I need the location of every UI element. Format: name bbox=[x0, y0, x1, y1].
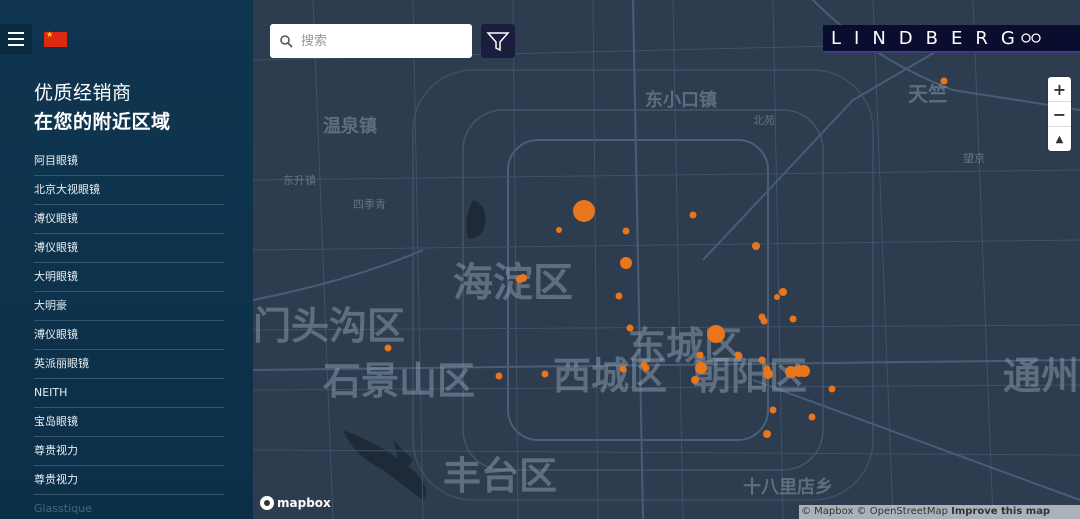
mapbox-logo[interactable]: mapbox bbox=[260, 496, 331, 510]
dealer-list-item[interactable]: 宝岛眼镜 bbox=[34, 408, 224, 437]
dealer-marker[interactable] bbox=[760, 317, 768, 325]
dealer-marker[interactable] bbox=[642, 364, 650, 372]
dealer-marker[interactable] bbox=[734, 351, 742, 359]
glasses-icon bbox=[1021, 33, 1041, 43]
dealer-marker[interactable] bbox=[763, 430, 771, 438]
dealer-marker[interactable] bbox=[789, 315, 797, 323]
dealer-list-item[interactable]: 溥仪眼镜 bbox=[34, 205, 224, 234]
funnel-icon bbox=[486, 32, 510, 52]
dealer-marker[interactable] bbox=[384, 344, 392, 352]
dealer-marker[interactable] bbox=[752, 242, 760, 250]
search-box[interactable] bbox=[270, 24, 472, 58]
brand-name: LINDBERG bbox=[831, 27, 1028, 49]
dealer-list-item[interactable]: NEITH bbox=[34, 379, 224, 408]
dealer-list-item[interactable]: 北京大视眼镜 bbox=[34, 176, 224, 205]
dealer-marker[interactable] bbox=[615, 292, 623, 300]
search-icon bbox=[280, 34, 293, 48]
dealer-marker[interactable] bbox=[626, 324, 634, 332]
dealer-marker[interactable] bbox=[707, 325, 725, 343]
mapbox-logo-text: mapbox bbox=[277, 496, 331, 510]
dealer-marker[interactable] bbox=[808, 413, 816, 421]
dealer-marker[interactable] bbox=[556, 227, 562, 233]
dealer-list-item[interactable]: 大明豪 bbox=[34, 292, 224, 321]
map-canvas[interactable]: 海淀区 石景山区 西城区 东城区 朝阳区 丰台区 通州 门头沟区 温泉镇 东小口… bbox=[253, 0, 1080, 519]
dealer-marker[interactable] bbox=[696, 351, 704, 359]
dealer-list-item[interactable]: 溥仪眼镜 bbox=[34, 321, 224, 350]
dealer-marker[interactable] bbox=[619, 365, 627, 373]
dealer-marker[interactable] bbox=[940, 77, 948, 85]
dealer-marker[interactable] bbox=[779, 288, 787, 296]
dealer-marker[interactable] bbox=[622, 227, 630, 235]
improve-map-link[interactable]: Improve this map bbox=[951, 506, 1050, 517]
zoom-in-button[interactable]: + bbox=[1048, 77, 1071, 102]
dealer-list-item[interactable]: 尊贵视力 bbox=[34, 437, 224, 466]
mapbox-attribution-link[interactable]: © Mapbox bbox=[801, 506, 853, 517]
mapbox-logo-icon bbox=[260, 496, 274, 510]
search-input[interactable] bbox=[299, 32, 463, 50]
dealer-list: 阿目眼镜 北京大视眼镜 溥仪眼镜 溥仪眼镜 大明眼镜 大明豪 溥仪眼镜 英派丽眼… bbox=[34, 147, 224, 519]
dealer-marker[interactable] bbox=[541, 370, 549, 378]
dealer-marker[interactable] bbox=[798, 365, 810, 377]
sidebar: ★ 优质经销商 在您的附近区域 阿目眼镜 北京大视眼镜 溥仪眼镜 溥仪眼镜 大明… bbox=[0, 0, 253, 519]
dealer-list-item[interactable]: 大明眼镜 bbox=[34, 263, 224, 292]
dealer-marker[interactable] bbox=[763, 369, 773, 379]
dealer-marker[interactable] bbox=[769, 406, 777, 414]
zoom-controls: + − ▲ bbox=[1048, 77, 1071, 151]
china-flag-icon[interactable]: ★ bbox=[44, 31, 67, 47]
dealer-marker[interactable] bbox=[516, 275, 524, 283]
dealer-list-item[interactable]: 英派丽眼镜 bbox=[34, 350, 224, 379]
dealer-list-item[interactable]: 阿目眼镜 bbox=[34, 147, 224, 176]
dealer-marker[interactable] bbox=[695, 362, 707, 374]
sidebar-heading: 优质经销商 在您的附近区域 bbox=[34, 78, 171, 134]
dealer-marker[interactable] bbox=[758, 356, 766, 364]
dealer-marker[interactable] bbox=[573, 200, 595, 222]
dealer-list-item[interactable]: Glasstique bbox=[34, 495, 224, 519]
dealer-marker[interactable] bbox=[774, 294, 780, 300]
dealer-marker[interactable] bbox=[691, 376, 699, 384]
menu-icon[interactable] bbox=[0, 24, 32, 54]
dealer-marker[interactable] bbox=[620, 257, 632, 269]
dealer-list-item[interactable]: 溥仪眼镜 bbox=[34, 234, 224, 263]
filter-button[interactable] bbox=[481, 24, 515, 58]
heading-line1: 优质经销商 bbox=[34, 82, 132, 104]
dealer-markers-layer bbox=[384, 77, 948, 438]
heading-line2: 在您的附近区域 bbox=[34, 111, 171, 133]
dealer-marker[interactable] bbox=[495, 372, 503, 380]
dealer-marker[interactable] bbox=[828, 385, 836, 393]
osm-attribution-link[interactable]: © OpenStreetMap bbox=[857, 506, 948, 517]
brand-logo: LINDBERG bbox=[823, 25, 1080, 53]
compass-button[interactable]: ▲ bbox=[1048, 127, 1071, 151]
dealer-marker[interactable] bbox=[689, 211, 697, 219]
map-attribution: © Mapbox © OpenStreetMap Improve this ma… bbox=[799, 505, 1080, 519]
zoom-out-button[interactable]: − bbox=[1048, 102, 1071, 127]
dealer-list-item[interactable]: 尊贵视力 bbox=[34, 466, 224, 495]
